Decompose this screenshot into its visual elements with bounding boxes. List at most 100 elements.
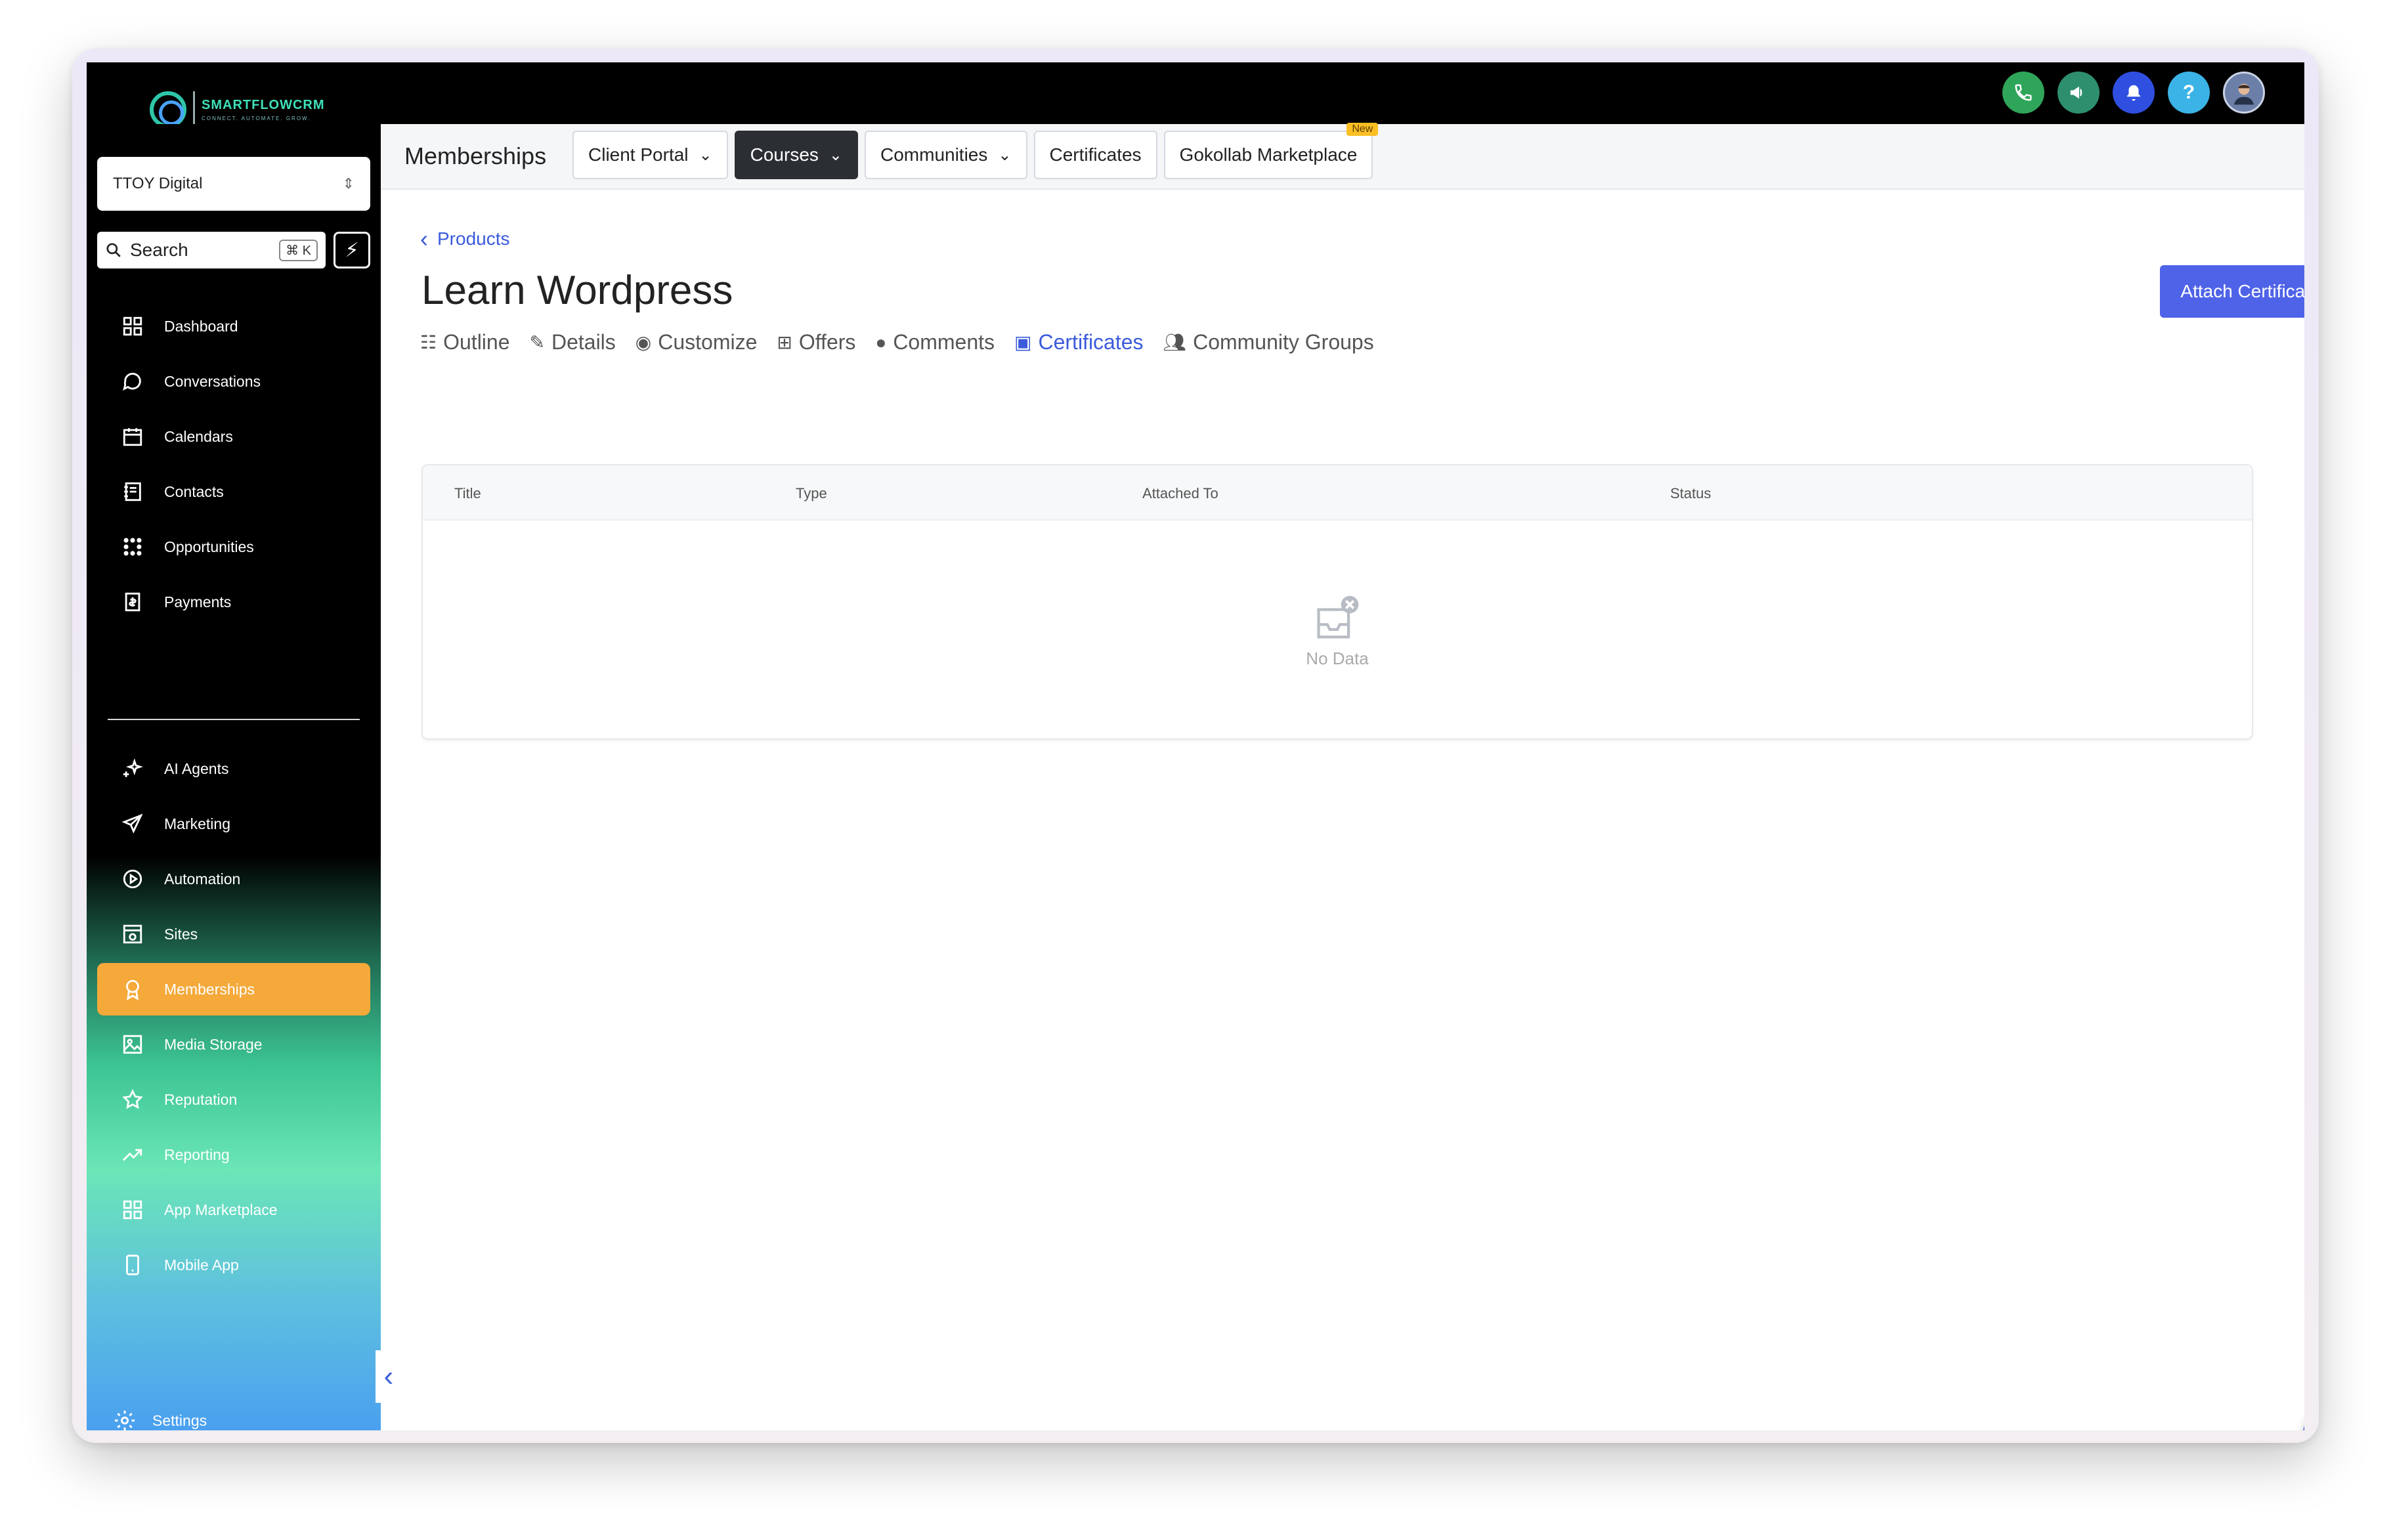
brand-logo[interactable]: SMARTFLOWCRM CONNECT. AUTOMATE. GROW. (150, 90, 325, 129)
product-tabs: ☷ Outline ✎ Details ◉ Customize ⊞ Offers… (420, 330, 1374, 354)
star-icon (121, 1088, 144, 1111)
calendar-icon (121, 425, 144, 448)
image-icon (121, 1033, 144, 1056)
sidebar-item-automation[interactable]: Automation (97, 853, 370, 905)
megaphone-icon (2070, 86, 2082, 99)
section-tabs: Client Portal ⌄ Courses ⌄ Communities ⌄ … (572, 123, 1379, 179)
section-title: Memberships (404, 142, 547, 169)
gift-icon: ⊞ (777, 332, 792, 353)
column-type: Type (796, 485, 827, 502)
account-switcher[interactable]: TTOY Digital ⇕ (97, 157, 370, 211)
opportunities-icon (121, 535, 144, 559)
tab-communities[interactable]: Communities ⌄ (865, 131, 1027, 179)
contacts-icon (121, 480, 144, 503)
lightning-icon: ⚡ (345, 239, 359, 261)
outline-icon: ☷ (420, 332, 437, 353)
search-label: Search (130, 240, 188, 260)
tab-courses[interactable]: Courses ⌄ (734, 131, 858, 179)
chevron-down-icon: ⌄ (699, 146, 712, 164)
sites-icon (121, 922, 144, 946)
nav-main: Dashboard Conversations Calendars Contac… (97, 300, 370, 631)
attach-certificate-button[interactable]: Attach Certificate (2160, 265, 2304, 318)
bell-icon (2127, 85, 2140, 101)
dashboard-icon (121, 314, 144, 338)
sidebar: TTOY Digital ⇕ Search ⌘ K ⚡ Dashboard Co… (87, 124, 381, 1430)
sidebar-item-settings[interactable]: Settings (113, 1409, 207, 1430)
users-icon: 👥︎ (1163, 332, 1187, 353)
sidebar-item-payments[interactable]: Payments (97, 576, 370, 628)
gear-icon (115, 1411, 135, 1430)
chevron-down-icon: ⌄ (998, 146, 1012, 164)
tab-gokollab-marketplace[interactable]: Gokollab Marketplace New (1163, 123, 1379, 179)
logo-mark-icon (150, 91, 186, 128)
new-badge: New (1346, 123, 1379, 136)
tab-certificates[interactable]: Certificates (1033, 131, 1157, 179)
send-icon (121, 812, 144, 836)
question-icon: ? (2182, 81, 2195, 103)
sidebar-item-conversations[interactable]: Conversations (97, 355, 370, 408)
sidebar-item-sites[interactable]: Sites (97, 908, 370, 960)
phone-button[interactable] (2002, 72, 2044, 114)
column-status: Status (1670, 485, 1712, 502)
top-actions: ? (2002, 72, 2265, 114)
tab-outline[interactable]: ☷ Outline (420, 330, 510, 354)
palette-icon: ◉ (635, 332, 652, 353)
quick-actions-button[interactable]: ⚡ (334, 232, 370, 268)
tab-offers[interactable]: ⊞ Offers (777, 330, 855, 354)
sidebar-item-media-storage[interactable]: Media Storage (97, 1018, 370, 1071)
mobile-icon (121, 1253, 144, 1277)
sidebar-item-app-marketplace[interactable]: App Marketplace (97, 1184, 370, 1236)
empty-text: No Data (1306, 648, 1369, 668)
certificate-icon: ▣ (1014, 332, 1032, 353)
announcement-button[interactable] (2057, 72, 2100, 114)
sidebar-item-contacts[interactable]: Contacts (97, 465, 370, 518)
chevron-left-icon: ‹ (420, 225, 428, 252)
tab-certificates-active[interactable]: ▣ Certificates (1014, 330, 1144, 354)
sidebar-item-calendars[interactable]: Calendars (97, 410, 370, 463)
help-button[interactable]: ? (2168, 72, 2210, 114)
sidebar-divider (108, 719, 360, 720)
search-icon (106, 243, 121, 257)
column-attached-to: Attached To (1142, 485, 1218, 502)
search-shortcut: ⌘ K (279, 239, 318, 261)
notifications-button[interactable] (2113, 72, 2155, 114)
tab-customize[interactable]: ◉ Customize (635, 330, 758, 354)
sidebar-item-memberships[interactable]: Memberships (97, 963, 370, 1016)
award-icon (121, 977, 144, 1001)
grid-icon (121, 1198, 144, 1222)
page-title: Learn Wordpress (421, 268, 733, 313)
avatar[interactable] (2223, 72, 2265, 114)
sidebar-item-reporting[interactable]: Reporting (97, 1128, 370, 1181)
empty-inbox-icon (1317, 595, 1359, 638)
tab-community-groups[interactable]: 👥︎ Community Groups (1163, 330, 1374, 354)
sidebar-item-reputation[interactable]: Reputation (97, 1073, 370, 1126)
pencil-icon: ✎ (529, 332, 545, 353)
account-name: TTOY Digital (113, 175, 203, 192)
sidebar-item-marketing[interactable]: Marketing (97, 798, 370, 850)
breadcrumb[interactable]: ‹ Products (420, 225, 510, 253)
brand-name: SMARTFLOWCRM (202, 98, 325, 112)
column-title: Title (454, 485, 481, 502)
sidebar-item-opportunities[interactable]: Opportunities (97, 521, 370, 573)
tab-client-portal[interactable]: Client Portal ⌄ (572, 131, 728, 179)
comment-icon: ● (875, 332, 887, 353)
chevron-down-icon: ⌄ (829, 146, 842, 164)
nav-secondary: AI Agents Marketing Automation Sites Mem… (97, 742, 370, 1294)
chat-icon (121, 370, 144, 393)
user-avatar-icon (2234, 83, 2254, 105)
search-input[interactable]: Search ⌘ K (97, 232, 326, 268)
main-content: ‹ Products Learn Wordpress Attach Certif… (381, 190, 2304, 1430)
brand-tagline: CONNECT. AUTOMATE. GROW. (202, 116, 311, 121)
tab-comments[interactable]: ● Comments (875, 330, 995, 354)
trend-icon (121, 1143, 144, 1166)
sidebar-item-dashboard[interactable]: Dashboard (97, 300, 370, 353)
play-icon (121, 867, 144, 891)
table-header: Title Type Attached To Status (423, 465, 2252, 521)
sidebar-item-mobile-app[interactable]: Mobile App (97, 1239, 370, 1291)
updown-chevron-icon: ⇕ (342, 175, 355, 192)
sidebar-item-ai-agents[interactable]: AI Agents (97, 742, 370, 795)
sparkle-icon (121, 757, 144, 781)
empty-state: No Data (423, 521, 2252, 740)
tab-details[interactable]: ✎ Details (530, 330, 616, 354)
top-bar: SMARTFLOWCRM CONNECT. AUTOMATE. GROW. ? (87, 62, 2304, 128)
